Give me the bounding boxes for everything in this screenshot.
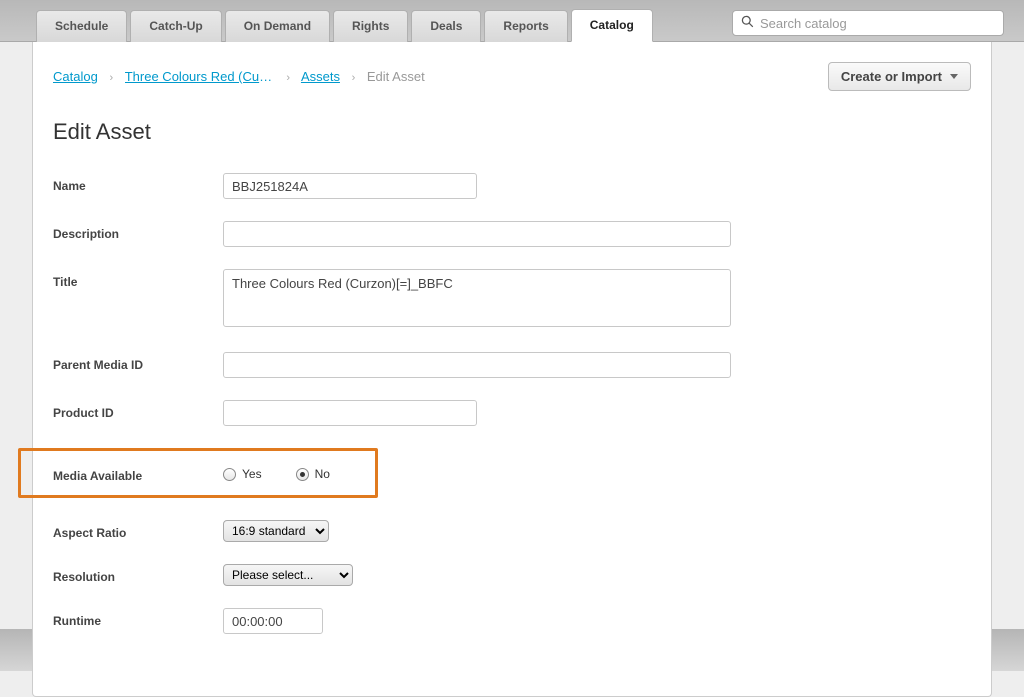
label-name: Name: [53, 173, 223, 193]
label-description: Description: [53, 221, 223, 241]
tab-schedule[interactable]: Schedule: [36, 10, 127, 42]
tab-reports[interactable]: Reports: [484, 10, 567, 42]
caret-down-icon: [950, 74, 958, 79]
tab-strip: Schedule Catch-Up On Demand Rights Deals…: [36, 8, 702, 41]
label-title: Title: [53, 269, 223, 289]
radio-label: Yes: [242, 467, 262, 481]
media-available-yes[interactable]: Yes: [223, 467, 262, 481]
tab-rights[interactable]: Rights: [333, 10, 408, 42]
breadcrumb: Catalog › Three Colours Red (Curz… › Ass…: [53, 69, 425, 84]
title-input[interactable]: Three Colours Red (Curzon)[=]_BBFC: [223, 269, 731, 327]
breadcrumb-sep: ›: [109, 72, 113, 84]
label-parent-media-id: Parent Media ID: [53, 352, 223, 372]
search-input[interactable]: [760, 16, 995, 31]
radio-label: No: [315, 467, 330, 481]
label-runtime: Runtime: [53, 608, 223, 628]
breadcrumb-assets[interactable]: Assets: [301, 69, 340, 84]
aspect-ratio-select[interactable]: 16:9 standard: [223, 520, 329, 542]
breadcrumb-sep: ›: [286, 72, 290, 84]
radio-icon: [296, 468, 309, 481]
runtime-input[interactable]: [223, 608, 323, 634]
top-tab-bar: Schedule Catch-Up On Demand Rights Deals…: [0, 0, 1024, 42]
radio-icon: [223, 468, 236, 481]
search-box[interactable]: [732, 10, 1004, 36]
tab-deals[interactable]: Deals: [411, 10, 481, 42]
media-available-highlight: Media Available Yes No: [18, 448, 378, 498]
search-icon: [741, 15, 754, 31]
main-panel: Catalog › Three Colours Red (Curz… › Ass…: [32, 42, 992, 697]
product-id-input[interactable]: [223, 400, 477, 426]
tab-on-demand[interactable]: On Demand: [225, 10, 330, 42]
tab-catch-up[interactable]: Catch-Up: [130, 10, 221, 42]
name-input[interactable]: [223, 173, 477, 199]
tab-catalog[interactable]: Catalog: [571, 9, 653, 42]
label-media-available: Media Available: [53, 463, 223, 483]
label-resolution: Resolution: [53, 564, 223, 584]
resolution-select[interactable]: Please select...: [223, 564, 353, 586]
breadcrumb-title[interactable]: Three Colours Red (Curz…: [125, 69, 275, 84]
media-available-no[interactable]: No: [296, 467, 330, 481]
create-or-import-label: Create or Import: [841, 69, 942, 84]
label-product-id: Product ID: [53, 400, 223, 420]
page-title: Edit Asset: [53, 119, 971, 145]
breadcrumb-sep: ›: [352, 72, 356, 84]
description-input[interactable]: [223, 221, 731, 247]
label-aspect-ratio: Aspect Ratio: [53, 520, 223, 540]
breadcrumb-catalog[interactable]: Catalog: [53, 69, 98, 84]
create-or-import-button[interactable]: Create or Import: [828, 62, 971, 91]
breadcrumb-current: Edit Asset: [367, 69, 425, 84]
parent-media-id-input[interactable]: [223, 352, 731, 378]
